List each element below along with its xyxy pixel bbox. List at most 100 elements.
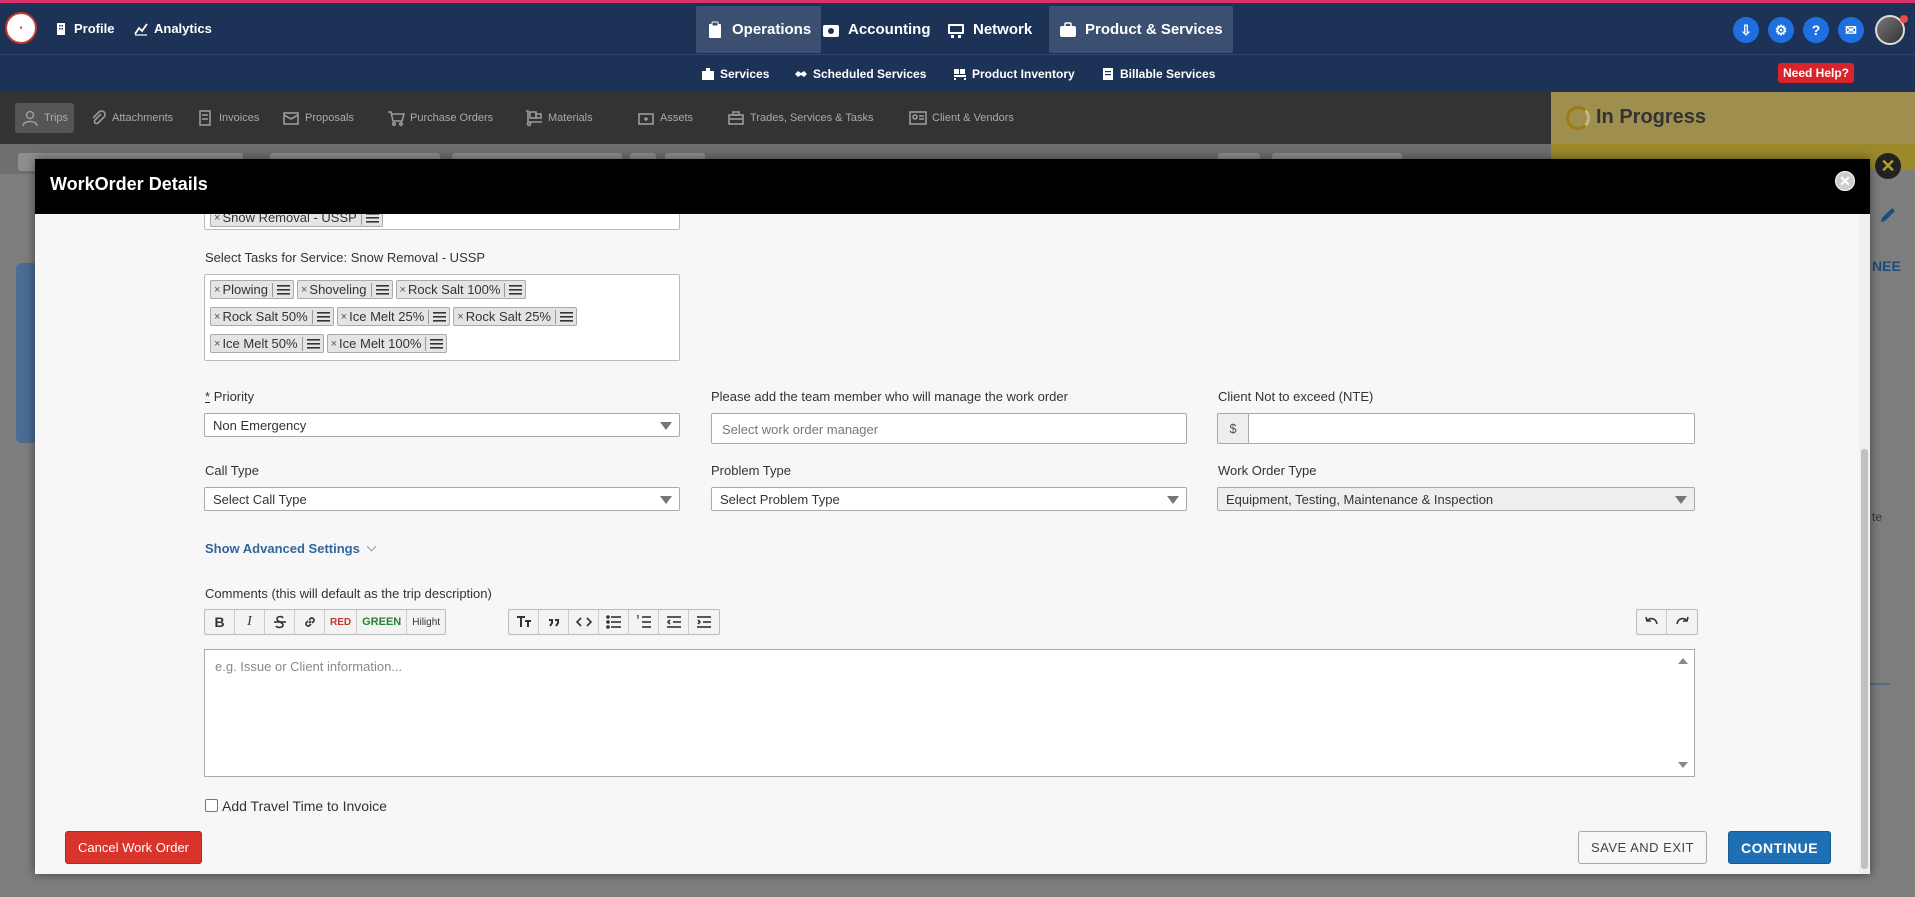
sliders-icon[interactable] bbox=[430, 338, 444, 349]
redo-button[interactable] bbox=[1667, 610, 1697, 634]
remove-icon[interactable]: × bbox=[301, 284, 307, 296]
call-type-select[interactable]: Select Call Type bbox=[204, 487, 680, 511]
continue-button[interactable]: CONTINUE bbox=[1728, 831, 1832, 864]
sliders-icon[interactable] bbox=[509, 284, 523, 295]
priority-select[interactable]: Non Emergency bbox=[204, 413, 680, 437]
nte-input[interactable] bbox=[1248, 413, 1695, 444]
code-button[interactable] bbox=[569, 610, 599, 634]
tab-materials[interactable]: Materials bbox=[519, 103, 599, 133]
pencil-icon[interactable] bbox=[1878, 205, 1898, 225]
show-advanced-settings-link[interactable]: Show Advanced Settings bbox=[205, 541, 377, 556]
outdent-button[interactable] bbox=[659, 610, 689, 634]
priority-label-text: Priority bbox=[213, 389, 255, 404]
undo-button[interactable] bbox=[1637, 610, 1667, 634]
help-icon[interactable]: ? bbox=[1803, 17, 1829, 43]
tab-trades-services-tasks[interactable]: Trades, Services & Tasks bbox=[721, 103, 880, 133]
need-help-button[interactable]: Need Help? bbox=[1778, 63, 1855, 83]
tab-assets[interactable]: Assets bbox=[631, 103, 699, 133]
sliders-icon[interactable] bbox=[560, 311, 573, 322]
remove-icon[interactable]: × bbox=[331, 338, 337, 350]
chat-icon[interactable]: ✉ bbox=[1838, 17, 1864, 43]
tab-proposals[interactable]: Proposals bbox=[276, 103, 360, 133]
highlight-button[interactable]: Hilight bbox=[407, 610, 445, 634]
remove-icon[interactable]: × bbox=[341, 311, 347, 323]
red-color-button[interactable]: RED bbox=[325, 610, 358, 634]
green-color-button[interactable]: GREEN bbox=[357, 610, 408, 634]
remove-icon[interactable]: × bbox=[214, 311, 220, 323]
company-logo[interactable]: ● bbox=[5, 12, 37, 44]
heading-button[interactable] bbox=[509, 610, 539, 634]
bullet-list-button[interactable] bbox=[599, 610, 629, 634]
paperclip-icon bbox=[92, 110, 106, 125]
cancel-work-order-button[interactable]: Cancel Work Order bbox=[65, 831, 203, 864]
nav-analytics[interactable]: Analytics bbox=[134, 3, 212, 54]
nav-operations[interactable]: Operations bbox=[696, 6, 822, 53]
task-tag[interactable]: × Rock Salt 100% bbox=[395, 280, 527, 299]
work-order-type-select[interactable]: Equipment, Testing, Maintenance & Inspec… bbox=[1217, 487, 1695, 511]
tasks-select[interactable]: × Plowing × Shoveling × Rock Salt 100% × Roc… bbox=[204, 274, 680, 361]
task-tag[interactable]: × Ice Melt 100% bbox=[326, 334, 448, 353]
side-fragment-text: te bbox=[1872, 510, 1883, 524]
nav-product-services[interactable]: Product & Services bbox=[1049, 6, 1233, 53]
tab-attachments[interactable]: Attachments bbox=[83, 103, 179, 133]
tab-trips[interactable]: Trips bbox=[15, 103, 75, 133]
task-tag[interactable]: × Ice Melt 50% bbox=[210, 334, 324, 353]
tab-client-vendors-label: Client & Vendors bbox=[932, 112, 1014, 124]
subnav-services[interactable]: Services bbox=[701, 55, 769, 92]
nav-network[interactable]: Network bbox=[937, 6, 1042, 53]
task-tag[interactable]: × Plowing bbox=[210, 280, 294, 299]
tab-invoices[interactable]: Invoices bbox=[190, 103, 265, 133]
nav-profile[interactable]: Profile bbox=[54, 3, 114, 54]
strikethrough-button[interactable] bbox=[265, 610, 295, 634]
sliders-icon[interactable] bbox=[306, 338, 320, 349]
sliders-icon[interactable] bbox=[365, 214, 379, 223]
travel-time-checkbox[interactable] bbox=[205, 799, 218, 812]
nav-network-label: Network bbox=[973, 21, 1033, 38]
indent-button[interactable] bbox=[689, 610, 719, 634]
scroll-up-icon[interactable] bbox=[1678, 658, 1688, 664]
task-tag[interactable]: × Shoveling bbox=[296, 280, 393, 299]
quote-button[interactable] bbox=[539, 610, 569, 634]
download-icon[interactable]: ⇩ bbox=[1733, 17, 1759, 43]
tab-trades-services-tasks-label: Trades, Services & Tasks bbox=[750, 112, 874, 124]
sliders-icon[interactable] bbox=[375, 284, 389, 295]
sliders-icon[interactable] bbox=[433, 311, 447, 322]
nav-product-services-label: Product & Services bbox=[1085, 21, 1223, 38]
tab-client-vendors[interactable]: Client & Vendors bbox=[903, 103, 1020, 133]
save-and-exit-button[interactable]: SAVE AND EXIT bbox=[1578, 831, 1708, 864]
close-modal-icon[interactable]: ✕ bbox=[1835, 171, 1855, 191]
remove-icon[interactable]: × bbox=[457, 311, 463, 323]
subnav-scheduled-services-label: Scheduled Services bbox=[813, 66, 927, 81]
required-mark: * bbox=[205, 389, 211, 404]
service-select[interactable]: × Snow Removal - USSP bbox=[204, 214, 680, 230]
remove-icon[interactable]: × bbox=[400, 284, 406, 296]
call-type-value: Select Call Type bbox=[213, 492, 307, 507]
task-tag[interactable]: × Rock Salt 25% bbox=[453, 307, 577, 326]
remove-icon[interactable]: × bbox=[214, 284, 220, 296]
comments-editor[interactable]: e.g. Issue or Client information... bbox=[204, 649, 1695, 777]
subnav-scheduled-services[interactable]: Scheduled Services bbox=[794, 55, 926, 92]
subnav-billable-services[interactable]: Billable Services bbox=[1101, 55, 1215, 92]
status-label: In Progress bbox=[1596, 106, 1707, 128]
remove-icon[interactable]: × bbox=[214, 214, 220, 224]
link-button[interactable] bbox=[295, 610, 325, 634]
italic-button[interactable]: I bbox=[235, 610, 265, 634]
modal-scrollbar-thumb[interactable] bbox=[1861, 449, 1868, 869]
sliders-icon[interactable] bbox=[276, 284, 290, 295]
close-panel-icon[interactable]: ✕ bbox=[1875, 153, 1901, 179]
manager-input[interactable]: Select work order manager bbox=[711, 413, 1187, 444]
nav-accounting[interactable]: Accounting bbox=[812, 6, 941, 53]
gear-icon[interactable]: ⚙ bbox=[1768, 17, 1794, 43]
numbered-list-button[interactable] bbox=[629, 610, 659, 634]
tab-purchase-orders[interactable]: Purchase Orders bbox=[381, 103, 499, 133]
scroll-down-icon[interactable] bbox=[1678, 762, 1688, 768]
task-tag[interactable]: × Rock Salt 50% bbox=[210, 307, 334, 326]
task-tag[interactable]: × Ice Melt 25% bbox=[336, 307, 451, 326]
bold-button[interactable]: B bbox=[205, 610, 235, 634]
workorder-details-modal: WorkOrder Details ✕ × Snow Removal - USS… bbox=[35, 159, 1870, 874]
remove-icon[interactable]: × bbox=[214, 338, 220, 350]
problem-type-select[interactable]: Select Problem Type bbox=[711, 487, 1187, 511]
subnav-product-inventory[interactable]: Product Inventory bbox=[953, 55, 1075, 92]
sliders-icon[interactable] bbox=[316, 311, 330, 322]
service-tag[interactable]: × Snow Removal - USSP bbox=[210, 214, 383, 227]
